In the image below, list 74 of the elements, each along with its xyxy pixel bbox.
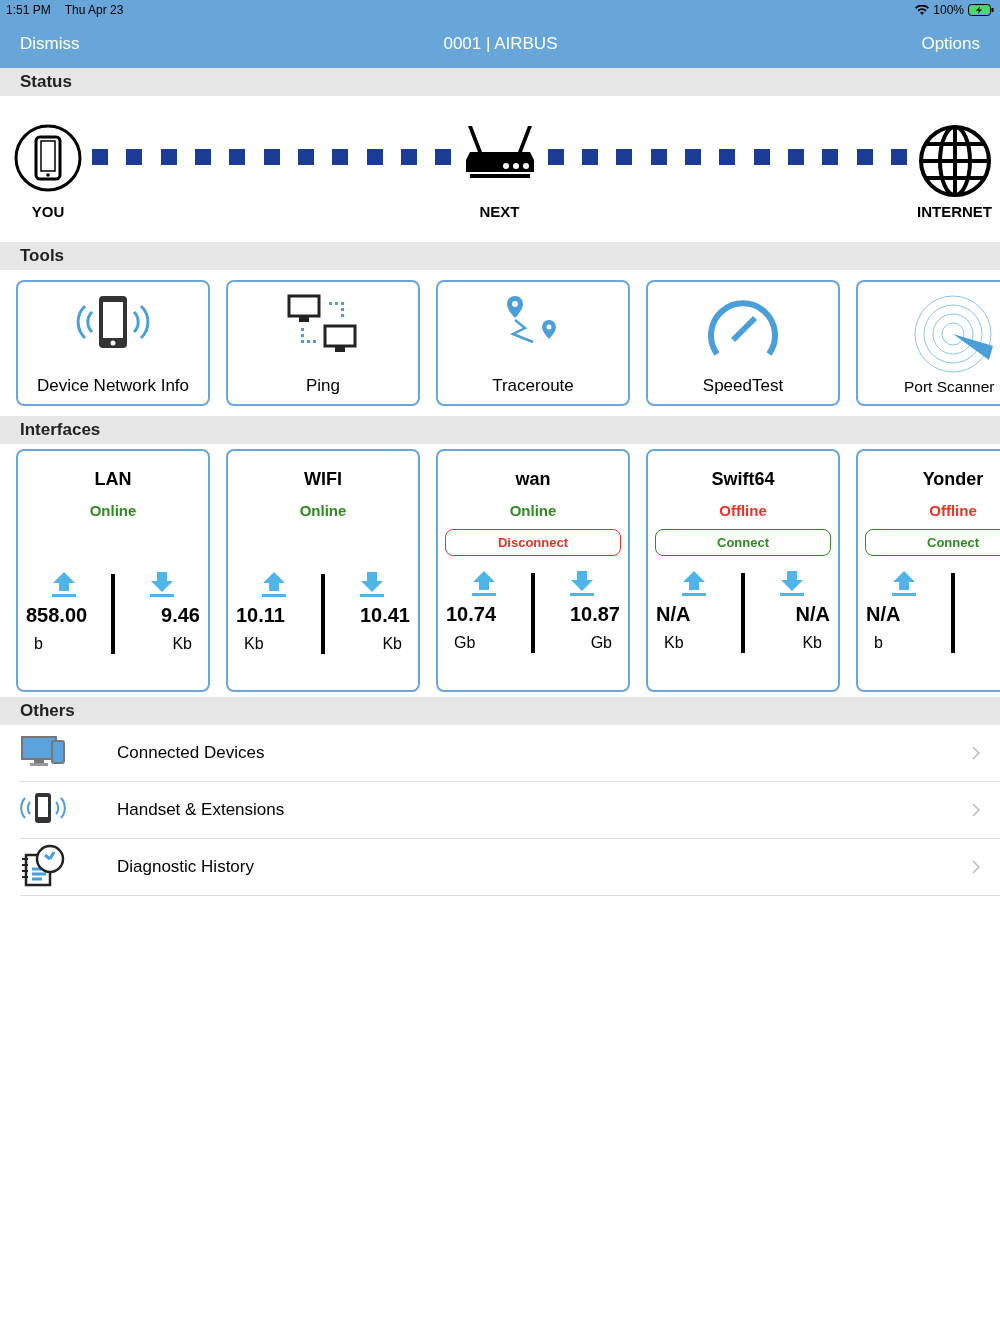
tool-button[interactable]: SpeedTest — [646, 280, 840, 406]
chevron-icon — [972, 746, 980, 760]
row-label: Diagnostic History — [117, 857, 255, 877]
upload-unit: Kb — [243, 635, 265, 653]
interface-status: Online — [299, 502, 347, 519]
globe-icon — [917, 124, 992, 198]
upload-value: N/A — [866, 603, 901, 626]
interface-status: Offline — [929, 502, 977, 519]
chevron-icon — [972, 860, 980, 874]
download-value: N/A — [795, 603, 830, 626]
phone-icon — [14, 124, 82, 192]
download-value: 10.41 — [359, 604, 410, 627]
list-row[interactable]: Diagnostic History — [20, 839, 1000, 896]
connect-button[interactable]: Connect — [865, 529, 1000, 556]
download-unit: Kb — [801, 634, 823, 652]
upload-unit: Gb — [453, 634, 477, 652]
download-icon — [360, 572, 384, 598]
interface-name: Yonder — [922, 469, 984, 490]
upload-value: 858.00 — [26, 604, 88, 627]
history-clock-icon — [20, 843, 66, 887]
download-icon — [780, 571, 804, 597]
upload-unit: b — [33, 635, 44, 653]
upload-value: N/A — [656, 603, 691, 626]
upload-unit: b — [873, 634, 884, 652]
row-label: Connected Devices — [117, 743, 266, 763]
battery-icon — [968, 4, 994, 16]
node-label: YOU — [31, 203, 65, 220]
monitors-icon — [287, 294, 359, 354]
nav-title: 0001 | AIRBUS — [443, 34, 558, 54]
row-label: Handset & Extensions — [117, 800, 286, 820]
download-unit: Kb — [171, 635, 193, 653]
upload-icon — [892, 571, 916, 597]
section-header: Interfaces — [20, 420, 101, 440]
interface-name: Swift64 — [711, 469, 775, 490]
chevron-icon — [972, 803, 980, 817]
connect-button[interactable]: Connect — [655, 529, 831, 556]
download-unit: Kb — [381, 635, 403, 653]
interface-status: Online — [89, 502, 137, 519]
date: Thu Apr 23 — [64, 3, 124, 17]
interface-name: wan — [515, 469, 551, 490]
interface-name: LAN — [94, 469, 132, 490]
upload-icon — [682, 571, 706, 597]
phone-waves-icon — [20, 792, 66, 824]
upload-value: 10.74 — [446, 603, 497, 626]
tool-button[interactable]: Traceroute — [436, 280, 630, 406]
download-icon — [150, 572, 174, 598]
section-header: Others — [20, 701, 75, 721]
download-unit: Gb — [589, 634, 613, 652]
upload-icon — [262, 572, 286, 598]
upload-icon — [52, 572, 76, 598]
interface-name: WIFI — [304, 469, 342, 490]
node-label: NEXT — [479, 203, 520, 220]
battery-percent: 100% — [933, 3, 964, 17]
download-value: 9.46 — [161, 604, 200, 627]
interface-status: Online — [509, 502, 557, 519]
download-icon — [570, 571, 594, 597]
download-value: 10.87 — [569, 603, 620, 626]
disconnect-button[interactable]: Disconnect — [445, 529, 621, 556]
devices-icon — [20, 735, 66, 767]
upload-value: 10.11 — [236, 604, 285, 627]
time: 1:51 PM — [6, 3, 51, 17]
list-row[interactable]: Connected Devices — [20, 725, 1000, 782]
wifi-icon — [915, 4, 930, 16]
tool-button[interactable]: Port Scanner — [856, 280, 1000, 406]
interface-status: Offline — [719, 502, 767, 519]
list-row[interactable]: Handset & Extensions — [20, 782, 1000, 839]
node-label: INTERNET — [917, 203, 992, 220]
tool-button[interactable]: Ping — [226, 280, 420, 406]
upload-icon — [472, 571, 496, 597]
tool-button[interactable]: Device Network Info — [16, 280, 210, 406]
section-header: Tools — [20, 246, 65, 266]
section-header: Status — [20, 72, 72, 92]
upload-unit: Kb — [663, 634, 685, 652]
radar-icon — [913, 294, 993, 374]
